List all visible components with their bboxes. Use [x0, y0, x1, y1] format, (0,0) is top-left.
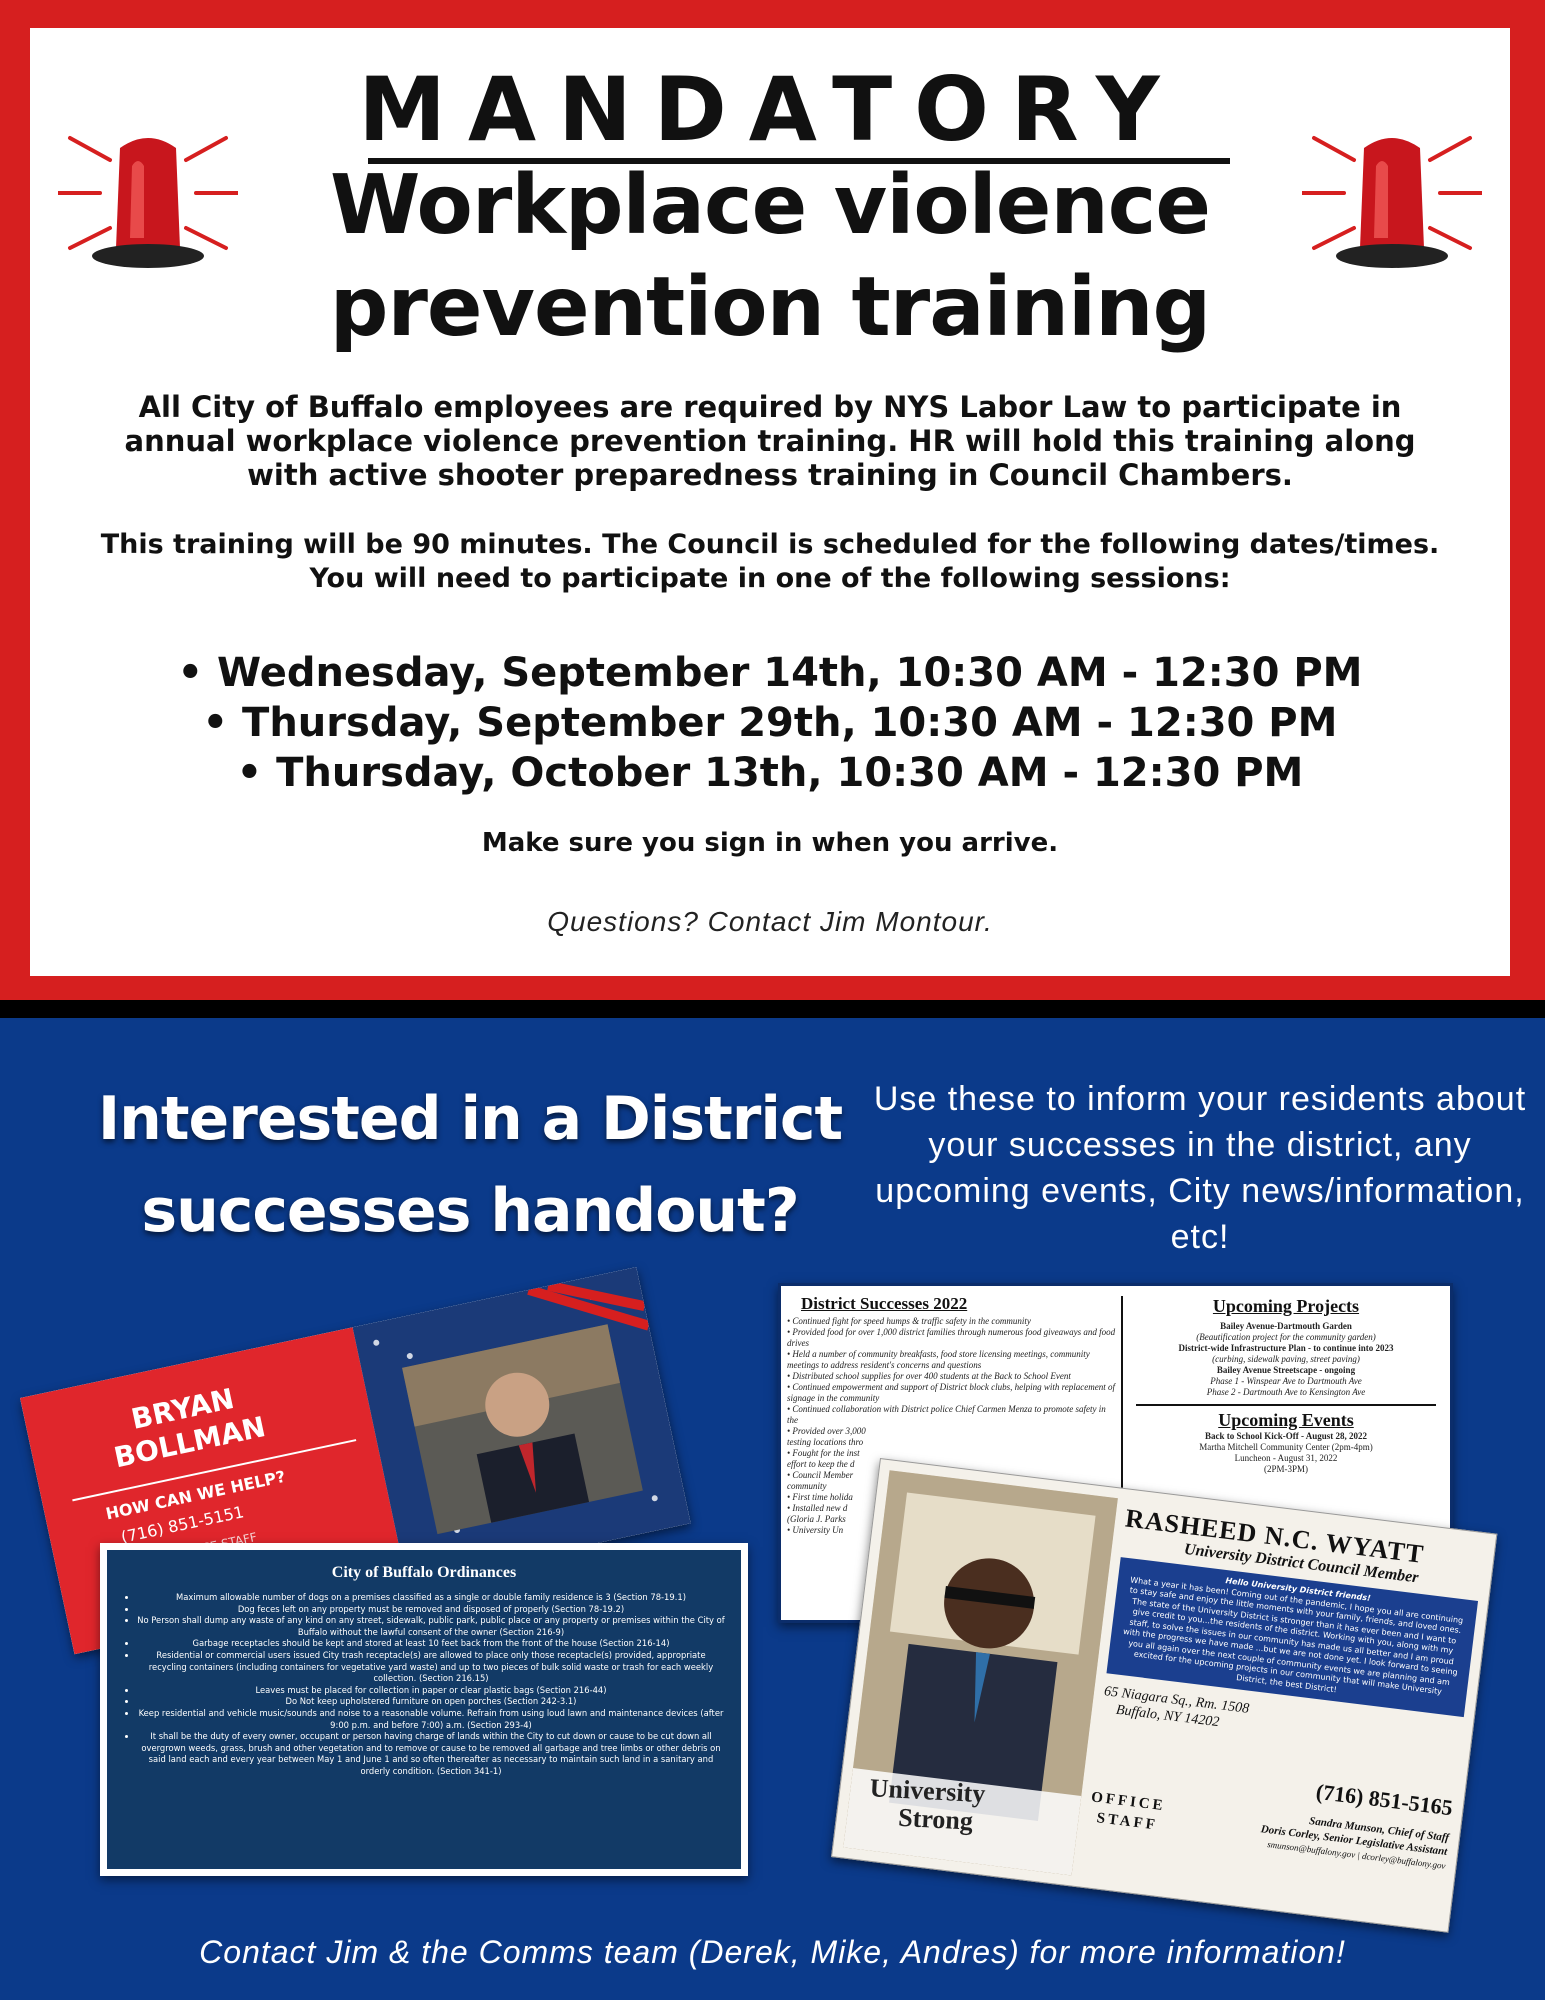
- duration-note: This training will be 90 minutes. The Co…: [70, 528, 1470, 596]
- event-item: Luncheon - August 31, 2022: [1234, 1453, 1338, 1463]
- success-item: testing locations thro: [787, 1437, 864, 1447]
- intro-paragraph: All City of Buffalo employees are requir…: [124, 390, 1416, 492]
- logo-line-1: University: [869, 1773, 987, 1809]
- project-item: Bailey Avenue Streetscape - ongoing: [1216, 1365, 1356, 1375]
- wyatt-photo: University Strong: [843, 1470, 1118, 1876]
- success-item: • Distributed school supplies for over 4…: [787, 1371, 1071, 1381]
- events-title: Upcoming Events: [1218, 1410, 1354, 1430]
- session-item: • Thursday, September 29th, 10:30 AM - 1…: [202, 700, 1338, 746]
- wyatt-text-column: RASHEED N.C. WYATT University District C…: [1090, 1503, 1485, 1871]
- duration-note-line-2: You will need to participate in one of t…: [309, 563, 1231, 594]
- flyer-border: MANDATORY Workplace violence prevention …: [0, 0, 1545, 1000]
- contact-comms: Contact Jim & the Comms team (Derek, Mik…: [199, 1934, 1346, 1970]
- ordinance-item: No Person shall dump any waste of any ki…: [137, 1615, 725, 1638]
- ordinance-item: Residential or commercial users issued C…: [137, 1650, 725, 1685]
- project-item: Bailey Avenue-Dartmouth Garden: [1220, 1321, 1352, 1331]
- ordinance-item: Maximum allowable number of dogs on a pr…: [137, 1592, 725, 1604]
- success-item: • Continued empowerment and support of D…: [787, 1382, 1116, 1403]
- headline-line-1: Workplace violence: [330, 158, 1211, 253]
- office-staff-label: OFFICE STAFF: [1088, 1787, 1167, 1836]
- wyatt-card: University Strong RASHEED N.C. WYATT Uni…: [831, 1458, 1498, 1933]
- ordinances-list: Maximum allowable number of dogs on a pr…: [123, 1592, 725, 1778]
- logo-line-2: Strong: [897, 1802, 974, 1836]
- sign-in-note: Make sure you sign in when you arrive.: [481, 828, 1059, 858]
- project-item: District-wide Infrastructure Plan - to c…: [1178, 1343, 1394, 1353]
- projects-title: Upcoming Projects: [1212, 1296, 1360, 1316]
- promo-heading-line-1: Interested in a District: [97, 1084, 843, 1154]
- wyatt-body: What a year it has been! Coming out of t…: [1122, 1574, 1464, 1697]
- promo-description: Use these to inform your residents about…: [873, 1080, 1527, 1256]
- success-item: • Provided over 3,000: [787, 1426, 866, 1436]
- successes-title: District Successes 2022: [801, 1294, 968, 1313]
- questions-contact: Questions? Contact Jim Montour.: [547, 906, 993, 937]
- headline-line-2: prevention training: [329, 260, 1211, 355]
- projects-column: Upcoming Projects Bailey Avenue-Dartmout…: [1126, 1296, 1446, 1475]
- event-item: (2PM-3PM): [1263, 1464, 1308, 1474]
- university-strong-logo: University Strong: [868, 1773, 987, 1836]
- wyatt-phone: (716) 851-5165: [1314, 1778, 1455, 1821]
- project-item: (curbing, sidewalk paving, street paving…: [1212, 1354, 1360, 1364]
- event-item: Martha Mitchell Community Center (2pm-4p…: [1199, 1442, 1373, 1452]
- success-item: • Held a number of community breakfasts,…: [787, 1349, 1090, 1370]
- ordinance-item: It shall be the duty of every owner, occ…: [137, 1731, 725, 1777]
- events-divider: [1136, 1404, 1436, 1406]
- promo-section: Interested in a District successes hando…: [0, 1018, 1545, 2000]
- ordinances-title: City of Buffalo Ordinances: [331, 1564, 517, 1581]
- success-item: • Continued collaboration with District …: [787, 1404, 1106, 1425]
- success-item: • Continued fight for speed humps & traf…: [787, 1316, 1031, 1326]
- ordinances-card: City of Buffalo Ordinances Maximum allow…: [100, 1543, 748, 1876]
- flag-graphic: [373, 1280, 658, 1561]
- ordinance-item: Keep residential and vehicle music/sound…: [137, 1708, 725, 1731]
- success-item: • Provided food for over 1,000 district …: [787, 1327, 1116, 1348]
- mandatory-heading: MANDATORY: [358, 58, 1182, 161]
- ordinances-panel: City of Buffalo Ordinances Maximum allow…: [107, 1550, 741, 1869]
- event-item: Back to School Kick-Off - August 28, 202…: [1204, 1431, 1367, 1441]
- session-item: • Thursday, October 13th, 10:30 AM - 12:…: [236, 750, 1304, 796]
- ordinance-item: Dog feces left on any property must be r…: [137, 1604, 725, 1616]
- session-list: • Wednesday, September 14th, 10:30 AM - …: [30, 648, 1510, 798]
- promo-heading: Interested in a District successes hando…: [30, 1073, 910, 1257]
- events-list: Back to School Kick-Off - August 28, 202…: [1126, 1431, 1446, 1475]
- ordinance-item: Leaves must be placed for collection in …: [137, 1685, 725, 1697]
- project-item: (Beautification project for the communit…: [1196, 1332, 1376, 1342]
- projects-list: Bailey Avenue-Dartmouth Garden (Beautifi…: [1126, 1321, 1446, 1398]
- project-item: Phase 2 - Dartmouth Ave to Kensington Av…: [1206, 1387, 1366, 1397]
- bollman-name: BRYAN BOLLMAN: [104, 1377, 269, 1475]
- duration-note-line-1: This training will be 90 minutes. The Co…: [100, 529, 1440, 560]
- project-item: Phase 1 - Winspear Ave to Dartmouth Ave: [1210, 1376, 1362, 1386]
- session-item: • Wednesday, September 14th, 10:30 AM - …: [177, 650, 1363, 696]
- flyer-panel: MANDATORY Workplace violence prevention …: [30, 28, 1510, 976]
- promo-heading-line-2: successes handout?: [141, 1176, 799, 1246]
- success-item: • Fought for the inst: [787, 1448, 860, 1458]
- bollman-flag-panel: [352, 1267, 691, 1584]
- ordinance-item: Garbage receptacles should be kept and s…: [137, 1638, 725, 1650]
- ordinance-item: Do Not keep upholstered furniture on ope…: [137, 1696, 725, 1708]
